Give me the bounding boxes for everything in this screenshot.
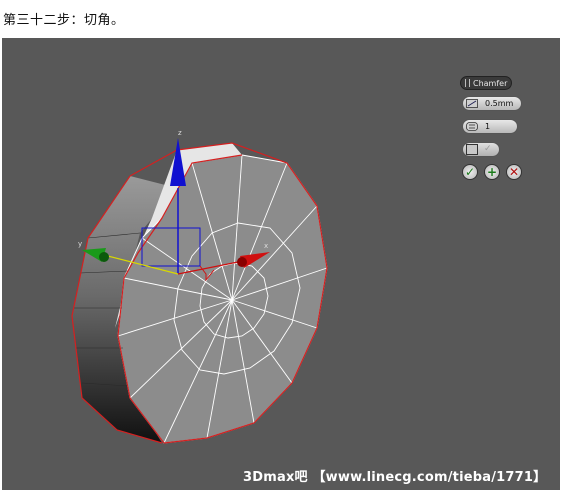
caddy-title-bar[interactable]: Chamfer bbox=[460, 76, 512, 90]
gizmo-y-label: y bbox=[78, 240, 82, 248]
chamfer-amount-spinner[interactable]: 0.5mm bbox=[462, 96, 522, 111]
drag-handle-icon[interactable] bbox=[465, 79, 470, 87]
chamfer-segments-value: 1 bbox=[485, 122, 491, 131]
segments-icon bbox=[466, 122, 478, 131]
edge-chamfer-amount-icon bbox=[466, 99, 478, 108]
chamfer-segments-spinner[interactable]: 1 bbox=[462, 119, 518, 134]
3d-viewport[interactable]: z y x Chamfer 0.5mm 1 ✓ ✓ + ✕ bbox=[2, 38, 560, 490]
cancel-button[interactable]: ✕ bbox=[506, 164, 522, 180]
checkmark-icon: ✓ bbox=[464, 165, 476, 179]
caddy-title-label: Chamfer bbox=[473, 79, 508, 88]
checkbox-off-icon[interactable]: ✓ bbox=[484, 143, 492, 156]
gizmo-x-label: x bbox=[264, 242, 268, 250]
ok-button[interactable]: ✓ bbox=[462, 164, 478, 180]
apply-continue-button[interactable]: + bbox=[484, 164, 500, 180]
watermark: 3Dmax吧 【www.linecg.com/tieba/1771】 bbox=[243, 470, 547, 485]
plus-icon: + bbox=[486, 165, 498, 179]
x-icon: ✕ bbox=[508, 165, 520, 179]
gizmo-x-tip bbox=[237, 257, 247, 267]
gizmo-y-tip bbox=[99, 252, 109, 262]
gizmo-z-label: z bbox=[178, 129, 182, 137]
chamfer-amount-value: 0.5mm bbox=[485, 99, 514, 108]
open-chamfer-icon bbox=[466, 144, 478, 155]
open-chamfer-option[interactable]: ✓ bbox=[462, 142, 500, 157]
step-caption: 第三十二步：切角。 bbox=[3, 13, 125, 28]
